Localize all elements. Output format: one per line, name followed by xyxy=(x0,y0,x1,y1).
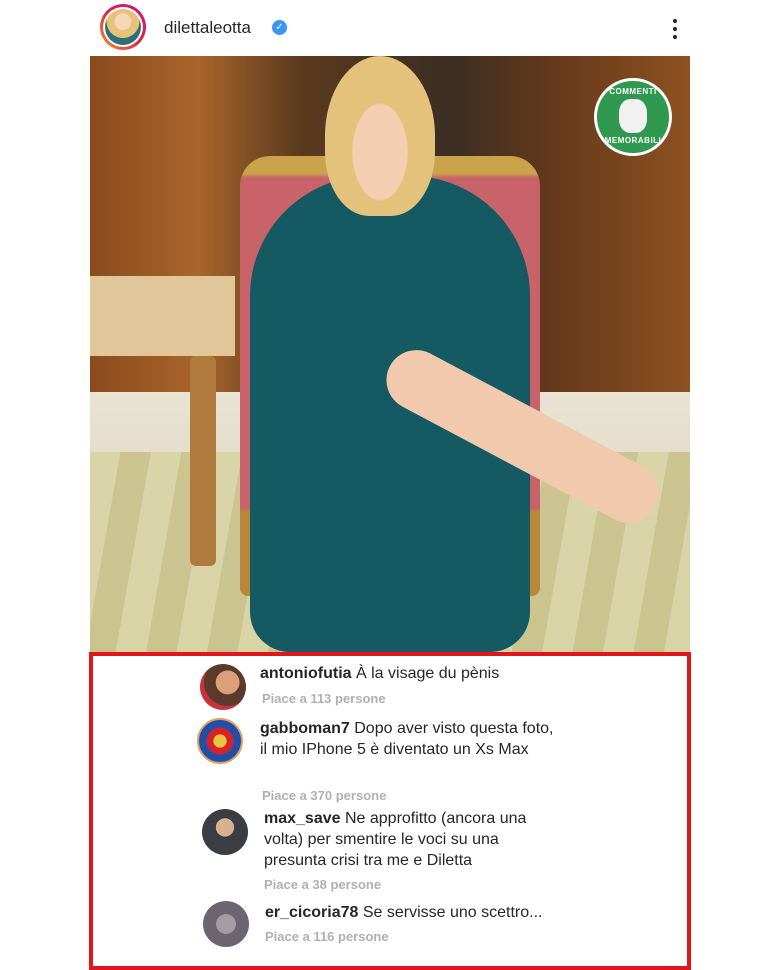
woman-head xyxy=(325,56,435,216)
comment-text: er_cicoria78 Se servisse uno scettro... xyxy=(265,902,585,923)
side-table xyxy=(90,276,235,356)
comment-likes[interactable]: Piace a 370 persone xyxy=(262,788,386,803)
comment-avatar[interactable] xyxy=(203,901,249,947)
post-image[interactable]: COMMENTI MEMORABILI xyxy=(90,56,690,652)
more-vertical-icon[interactable] xyxy=(672,19,678,41)
comment-text: gabboman7 Dopo aver visto questa foto, i… xyxy=(260,718,560,760)
comment-likes[interactable]: Piace a 116 persone xyxy=(265,929,389,944)
comment-body: Se servisse uno scettro... xyxy=(362,904,543,921)
comment-body: À la visage du pènis xyxy=(356,665,500,682)
comment-likes[interactable]: Piace a 113 persone xyxy=(262,691,386,706)
comment-avatar[interactable] xyxy=(197,718,243,764)
comment-username[interactable]: er_cicoria78 xyxy=(265,904,358,921)
comment-username[interactable]: max_save xyxy=(264,810,341,827)
comment-text: max_save Ne approfitto (ancora una volta… xyxy=(264,808,564,871)
profile-avatar[interactable] xyxy=(100,4,146,50)
comment-username[interactable]: gabboman7 xyxy=(260,720,350,737)
comment-avatar[interactable] xyxy=(200,664,246,710)
comment-likes[interactable]: Piace a 38 persone xyxy=(264,877,381,892)
verified-badge-icon: ✓ xyxy=(272,20,287,35)
post-username[interactable]: dilettaleotta xyxy=(164,18,251,38)
commenti-memorabili-logo: COMMENTI MEMORABILI xyxy=(594,78,672,156)
comment-avatar[interactable] xyxy=(202,809,248,855)
comment-text: antoniofutia À la visage du pènis xyxy=(260,663,560,684)
post-header: dilettaleotta ✓ xyxy=(90,0,690,56)
comment-username[interactable]: antoniofutia xyxy=(260,665,352,682)
